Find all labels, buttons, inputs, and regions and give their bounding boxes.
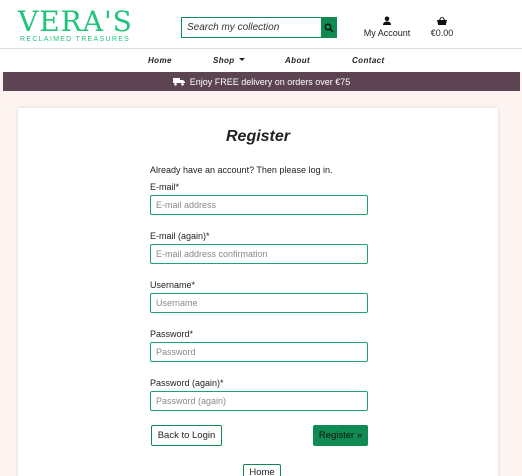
logo[interactable]: VERA'S RECLAIMED TREASURES (18, 5, 133, 44)
username-field[interactable] (150, 293, 368, 313)
chevron-down-icon (238, 58, 245, 61)
email-again-label: E-mail (again)* (150, 231, 210, 241)
home-button[interactable]: Home (243, 464, 281, 476)
user-icon (383, 16, 391, 25)
truck-icon (172, 78, 185, 86)
logo-name: VERA'S (18, 5, 133, 38)
email-confirm-field[interactable] (150, 244, 368, 264)
account-label: My Account (363, 28, 411, 38)
required-mark: * (206, 231, 210, 241)
search-icon (324, 23, 333, 32)
email-again-label-text: E-mail (again) (150, 231, 207, 241)
account-link[interactable]: My Account (362, 16, 412, 38)
email-label: E-mail* (150, 182, 179, 192)
password-label-text: Password (150, 329, 190, 339)
delivery-banner: Enjoy FREE delivery on orders over €75 (3, 72, 520, 91)
required-mark: * (220, 378, 224, 388)
back-to-login-button[interactable]: Back to Login (151, 425, 222, 446)
password-field[interactable] (150, 342, 368, 362)
username-label-text: Username (150, 280, 192, 290)
required-mark: * (191, 280, 196, 290)
password-again-label: Password (again)* (150, 378, 224, 388)
search-input[interactable] (182, 18, 321, 37)
nav-home[interactable]: Home (148, 56, 172, 65)
login-prompt: Already have an account? Then please log… (150, 165, 332, 175)
login-prompt-text: Already have an account? Then please (150, 165, 309, 175)
password-confirm-field[interactable] (150, 391, 368, 411)
search-bar (181, 17, 337, 38)
page-title: Register (225, 128, 291, 145)
login-link[interactable]: log in (308, 165, 330, 175)
register-button[interactable]: Register » (313, 425, 368, 446)
login-prompt-end: . (329, 165, 333, 175)
nav-contact[interactable]: Contact (352, 56, 385, 65)
register-card (18, 108, 498, 476)
logo-tagline: RECLAIMED TREASURES (20, 36, 131, 43)
username-label: Username* (150, 280, 195, 290)
email-field[interactable] (150, 195, 368, 215)
nav-about[interactable]: About (285, 56, 310, 65)
cart-total: €0.00 (430, 28, 454, 38)
banner-text: Enjoy FREE delivery on orders over €75 (189, 76, 351, 87)
password-label: Password* (150, 329, 193, 339)
nav-shop[interactable]: Shop (213, 56, 245, 65)
basket-icon (437, 16, 447, 25)
site-header: VERA'S RECLAIMED TREASURES My Account €0… (0, 0, 522, 48)
search-button[interactable] (321, 18, 336, 37)
email-label-text: E-mail (150, 182, 176, 192)
required-mark: * (175, 182, 180, 192)
required-mark: * (189, 329, 194, 339)
password-again-label-text: Password (again) (150, 378, 221, 388)
main-nav: Home Shop About Contact (0, 48, 522, 72)
nav-shop-label: Shop (213, 56, 235, 65)
cart-link[interactable]: €0.00 (427, 16, 457, 38)
